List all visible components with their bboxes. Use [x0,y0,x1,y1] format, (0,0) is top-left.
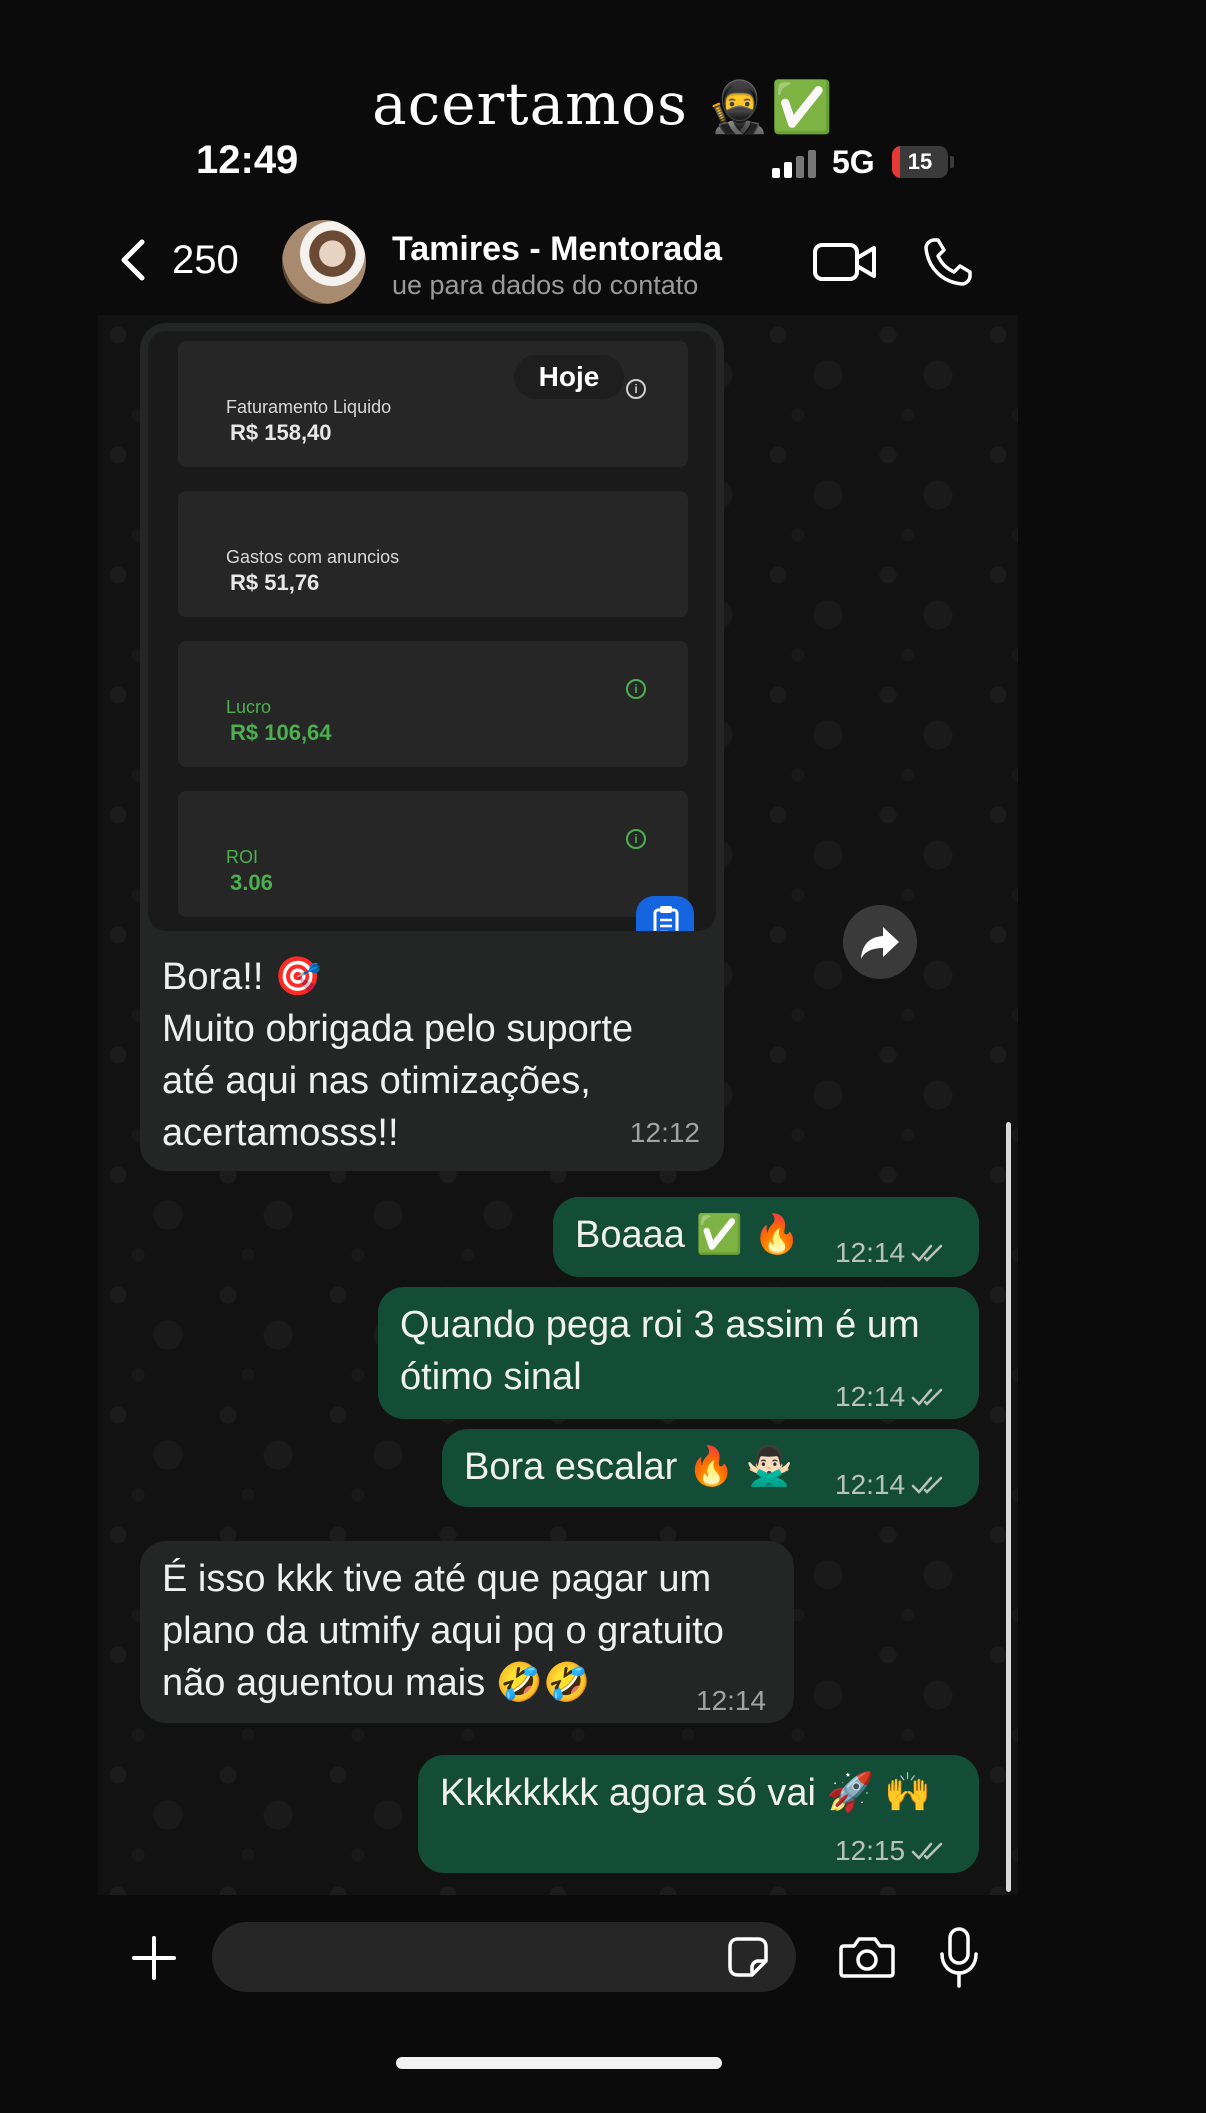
metric-value: R$ 51,76 [230,570,320,595]
info-icon: i [626,379,646,399]
message-bubble-out[interactable]: Boaaa ✅ 🔥 12:14 [553,1197,979,1277]
plus-icon[interactable] [130,1934,178,1982]
date-chip: Hoje [514,355,624,399]
unread-count[interactable]: 250 [172,238,239,283]
message-line: Muito obrigada pelo suporte [162,1008,634,1050]
message-text: Kkkkkkkk agora só vai 🚀 🙌 [440,1772,932,1814]
double-check-icon [911,1476,943,1494]
message-text: Bora escalar 🔥 🙅🏻‍♂️ [464,1446,794,1488]
home-indicator[interactable] [396,2057,722,2069]
message-bubble-out[interactable]: Bora escalar 🔥 🙅🏻‍♂️ 12:14 [442,1429,979,1507]
message-line: Quando pega roi 3 assim é um [400,1304,920,1346]
chat-area[interactable]: Faturamento Liquido R$ 158,40 i Hoje Gas… [98,315,1018,1895]
message-line: Bora!! 🎯 [162,956,322,998]
message-time: 12:12 [629,1117,700,1148]
message-text: Bora!! 🎯 Muito obrigada pelo suporte até… [162,951,633,1159]
avatar[interactable] [282,220,366,304]
clipboard-icon [636,896,694,931]
chat-header: 250 Tamires - Mentorada ue para dados do… [0,210,1206,310]
contact-name[interactable]: Tamires - Mentorada [392,230,722,269]
metric-card: ROI 3.06 i [178,791,688,917]
message-line: até aqui nas otimizações, [162,1060,591,1102]
message-time: 12:14 [696,1685,767,1716]
back-chevron-icon[interactable] [118,238,148,282]
mic-icon[interactable] [938,1926,980,1990]
message-text: É isso kkk tive até que pagar um plano d… [162,1553,724,1709]
double-check-icon [911,1244,943,1262]
message-text: Boaaa ✅ 🔥 [575,1214,801,1256]
message-image-bubble[interactable]: Faturamento Liquido R$ 158,40 i Hoje Gas… [140,323,724,1171]
message-time: 12:14 [835,1371,949,1423]
message-bubble-in[interactable]: É isso kkk tive até que pagar um plano d… [140,1541,794,1723]
message-input[interactable] [212,1922,796,1992]
caption-text: acertamos [372,70,688,138]
metric-card: Lucro R$ 106,64 i [178,641,688,767]
status-time: 12:49 [196,138,299,182]
message-line: não aguentou mais 🤣🤣 [162,1662,591,1704]
battery-icon: 15 [892,146,954,178]
camera-icon[interactable] [838,1934,896,1980]
message-bubble-out[interactable]: Quando pega roi 3 assim é um ótimo sinal… [378,1287,979,1419]
metric-value: 3.06 [230,870,273,895]
double-check-icon [911,1388,943,1406]
message-time: 12:14 [835,1459,949,1511]
scrollbar[interactable] [1006,1122,1011,1892]
signal-icon [772,148,820,178]
message-time: 12:15 [835,1825,949,1877]
message-bubble-out[interactable]: Kkkkkkkk agora só vai 🚀 🙌 12:15 [418,1755,979,1873]
composer-bar [0,1900,1206,2010]
metric-card: Gastos com anuncios R$ 51,76 [178,491,688,617]
message-line: É isso kkk tive até que pagar um [162,1558,712,1600]
message-line: acertamosss!! [162,1112,399,1154]
story-caption: acertamos 🥷✅ [0,70,1206,138]
forward-icon[interactable] [843,905,917,979]
phone-icon[interactable] [920,234,976,290]
caption-emoji: 🥷✅ [707,78,834,136]
double-check-icon [911,1842,943,1860]
message-line: plano da utmify aqui pq o gratuito [162,1610,724,1652]
sticker-icon[interactable] [726,1935,770,1979]
info-icon: i [626,679,646,699]
battery-level: 15 [907,149,933,174]
contact-subtitle[interactable]: ue para dados do contato [392,270,698,301]
message-time: 12:14 [835,1227,949,1279]
info-icon: i [626,829,646,849]
dashboard-screenshot[interactable]: Faturamento Liquido R$ 158,40 i Hoje Gas… [148,331,716,931]
network-type: 5G [832,144,875,180]
video-call-icon[interactable] [812,240,878,284]
metric-value: R$ 158,40 [230,420,332,445]
metric-value: R$ 106,64 [230,720,332,745]
